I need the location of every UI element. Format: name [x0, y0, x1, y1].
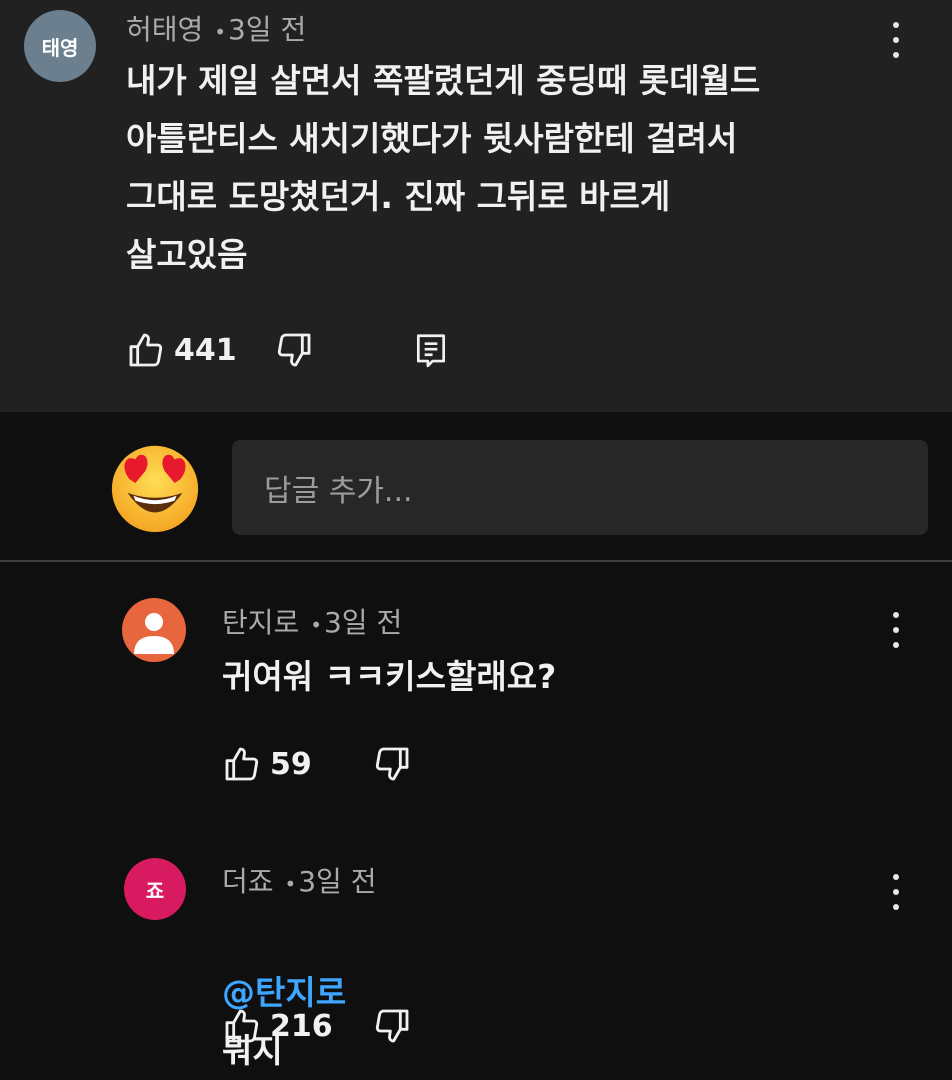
reply-placeholder: 답글 추가...	[264, 473, 413, 509]
thumbs-up-icon	[129, 333, 163, 367]
like-count: 59	[270, 746, 312, 782]
like-count: 216	[270, 1008, 333, 1044]
meta-separator: •	[284, 872, 297, 896]
meta-separator: •	[310, 613, 322, 637]
reply-comment-icon	[416, 334, 446, 368]
thumbs-down-icon	[277, 333, 311, 367]
reply-button[interactable]	[412, 330, 450, 370]
author-avatar[interactable]: 태영	[24, 10, 96, 82]
more-vert-icon[interactable]	[891, 874, 901, 910]
avatar-text: 죠	[145, 878, 165, 903]
author-avatar[interactable]: 죠	[124, 858, 186, 920]
author-name[interactable]: 더죠	[222, 865, 274, 898]
comment-meta: 허태영 •3일 전	[126, 8, 306, 48]
add-reply-input[interactable]: 답글 추가...	[232, 440, 928, 535]
dislike-button[interactable]	[274, 330, 314, 370]
thumbs-up-icon	[225, 747, 259, 781]
parent-comment: 태영 허태영 •3일 전 내가 제일 살면서 쪽팔렸던게 중딩때 롯데월드 아틀…	[0, 0, 952, 412]
heart-eyes-emoji-icon	[106, 436, 204, 534]
like-button[interactable]: 216	[222, 1006, 333, 1046]
like-button[interactable]: 59	[222, 744, 312, 784]
author-name[interactable]: 허태영	[126, 13, 203, 46]
dislike-button[interactable]	[372, 1006, 412, 1046]
like-count: 441	[174, 332, 237, 368]
comment-text: 귀여워 ㅋㅋ키스할래요?	[222, 657, 557, 696]
thumbs-down-icon	[375, 747, 409, 781]
default-person-icon	[134, 613, 174, 654]
dislike-button[interactable]	[372, 744, 412, 784]
meta-separator: •	[214, 20, 226, 44]
comment-time: 3일 전	[323, 606, 403, 639]
comment-time: 3일 전	[227, 13, 307, 46]
like-button[interactable]: 441	[126, 330, 237, 370]
comment-text: 내가 제일 살면서 쪽팔렸던게 중딩때 롯데월드 아틀란티스 새치기했다가 뒷사…	[126, 61, 761, 274]
author-avatar[interactable]	[122, 598, 186, 662]
thumbs-up-icon	[225, 1009, 259, 1043]
section-divider	[0, 560, 952, 562]
comment-meta: 탄지로 •3일 전	[222, 601, 402, 641]
comment-time: 3일 전	[298, 865, 377, 898]
thumbs-down-icon	[375, 1009, 409, 1043]
comment-text: @탄지로 뭐지	[222, 906, 842, 1080]
author-name[interactable]: 탄지로	[222, 606, 299, 639]
comment-meta: 더죠 •3일 전	[222, 860, 376, 900]
avatar-text: 태영	[41, 35, 79, 60]
more-vert-icon[interactable]	[891, 612, 901, 648]
